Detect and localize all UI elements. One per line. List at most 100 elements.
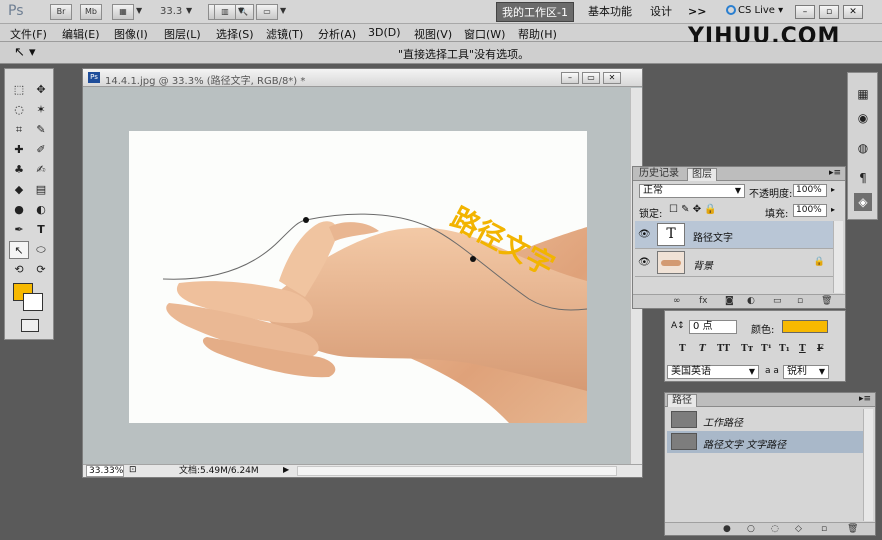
layer-row[interactable]: 👁 背景 🔒 <box>635 249 833 277</box>
marquee-tool-icon[interactable]: ⬚ <box>9 81 29 99</box>
layers-icon[interactable]: ◈ <box>854 193 872 211</box>
tracking-field[interactable]: 0 点 <box>689 320 737 334</box>
close-button[interactable]: ✕ <box>843 5 863 19</box>
language-select[interactable]: 美国英语 ▼ <box>667 365 759 379</box>
workspace-active-button[interactable]: 我的工作区-1 <box>496 2 574 22</box>
new-path-icon[interactable]: ▫ <box>821 524 827 534</box>
new-layer-icon[interactable]: ▫ <box>797 296 803 306</box>
menu-select[interactable]: 选择(S) <box>216 26 254 42</box>
document-title-bar[interactable]: Ps 14.4.1.jpg @ 33.3% (路径文字, RGB/8*) * –… <box>83 69 642 87</box>
text-color-swatch[interactable] <box>782 320 828 333</box>
menu-window[interactable]: 窗口(W) <box>464 26 505 42</box>
tab-paths[interactable]: 路径 <box>667 394 697 407</box>
link-layers-icon[interactable]: ∞ <box>673 296 681 306</box>
delete-layer-icon[interactable]: 🗑 <box>821 296 832 306</box>
layer-row[interactable]: 👁 T 路径文字 <box>635 221 833 249</box>
minimize-button[interactable]: – <box>795 5 815 19</box>
path-anchor-point[interactable] <box>303 217 309 223</box>
crop-tool-icon[interactable]: ⌗ <box>9 121 29 139</box>
tab-history[interactable]: 历史记录 <box>635 168 683 181</box>
gradient-tool-icon[interactable]: ▤ <box>31 181 51 199</box>
eye-icon[interactable]: 👁 <box>638 229 651 240</box>
opacity-slider-button[interactable]: ▸ <box>831 185 835 194</box>
workspace-basic-button[interactable]: 基本功能 <box>588 2 632 22</box>
load-selection-icon[interactable]: ◌ <box>771 524 779 534</box>
menu-image[interactable]: 图像(I) <box>114 26 148 42</box>
small-caps-button[interactable]: Tт <box>741 344 753 354</box>
status-icon[interactable]: ⊡ <box>129 465 137 475</box>
faux-bold-button[interactable]: T <box>679 344 686 354</box>
chevron-right-icon[interactable]: ▶ <box>283 465 289 474</box>
faux-italic-button[interactable]: T <box>699 344 706 354</box>
menu-analysis[interactable]: 分析(A) <box>318 26 356 42</box>
arrange-documents-button[interactable]: ▥ <box>214 4 236 20</box>
fill-slider-button[interactable]: ▸ <box>831 205 835 214</box>
group-icon[interactable]: ▭ <box>773 296 782 306</box>
eyedropper-tool-icon[interactable]: ✎ <box>31 121 51 139</box>
horizontal-scrollbar[interactable] <box>297 466 617 476</box>
healing-brush-tool-icon[interactable]: ✚ <box>9 141 29 159</box>
direct-selection-tool-icon[interactable]: ↖ ▾ <box>14 45 36 60</box>
chevron-down-icon[interactable]: ▼ <box>136 6 142 15</box>
menu-file[interactable]: 文件(F) <box>10 26 47 42</box>
navigator-icon[interactable]: ◉ <box>854 109 872 127</box>
mini-bridge-button[interactable]: Mb <box>80 4 102 20</box>
clone-stamp-tool-icon[interactable]: ♣ <box>9 161 29 179</box>
lasso-tool-icon[interactable]: ◌ <box>9 101 29 119</box>
image-canvas[interactable]: 路径文字 <box>129 131 587 423</box>
document-zoom-field[interactable]: 33.33% <box>86 465 124 477</box>
layer-mask-icon[interactable]: ◙ <box>725 296 734 306</box>
menu-help[interactable]: 帮助(H) <box>518 26 557 42</box>
blur-tool-icon[interactable]: ● <box>9 201 29 219</box>
background-color-swatch[interactable] <box>23 293 43 311</box>
bridge-button[interactable]: Br <box>50 4 72 20</box>
type-tool-icon[interactable]: T <box>31 221 51 239</box>
path-row[interactable]: 路径文字 文字路径 <box>667 431 863 453</box>
quick-mask-button[interactable] <box>21 319 39 332</box>
lock-icons[interactable]: ☐ ✎ ✥ 🔒 <box>669 204 717 215</box>
menu-layer[interactable]: 图层(L) <box>164 26 201 42</box>
doc-close-button[interactable]: ✕ <box>603 72 621 84</box>
menu-3d[interactable]: 3D(D) <box>368 26 401 39</box>
3d-rotate-tool-icon[interactable]: ⟲ <box>9 261 29 279</box>
delete-path-icon[interactable]: 🗑 <box>847 524 858 534</box>
menu-view[interactable]: 视图(V) <box>414 26 452 42</box>
direct-selection-tool-icon[interactable]: ↖ <box>9 241 29 259</box>
tab-layers[interactable]: 图层 <box>687 168 717 181</box>
menu-edit[interactable]: 编辑(E) <box>62 26 100 42</box>
underline-button[interactable]: T <box>799 344 806 354</box>
cs-live-button[interactable]: CS Live ▾ <box>726 5 783 16</box>
dodge-tool-icon[interactable]: ◐ <box>31 201 51 219</box>
doc-restore-button[interactable]: ▭ <box>582 72 600 84</box>
paths-scrollbar[interactable] <box>863 409 873 521</box>
path-anchor-point[interactable] <box>470 256 476 262</box>
path-row[interactable]: 工作路径 <box>667 409 863 431</box>
antialias-select[interactable]: 锐利 ▼ <box>783 365 829 379</box>
stroke-path-icon[interactable]: ○ <box>747 524 755 534</box>
chevron-down-icon[interactable]: ▼ <box>280 6 286 15</box>
adjustment-layer-icon[interactable]: ◐ <box>747 296 755 306</box>
view-extras-button[interactable]: ▦ <box>112 4 134 20</box>
adjustments-icon[interactable]: ◍ <box>854 139 872 157</box>
chevron-down-icon[interactable]: ▼ <box>238 6 244 15</box>
make-work-path-icon[interactable]: ◇ <box>795 524 802 534</box>
screen-mode-button[interactable]: ▭ <box>256 4 278 20</box>
eraser-tool-icon[interactable]: ◆ <box>9 181 29 199</box>
fill-path-icon[interactable]: ● <box>723 524 731 534</box>
eye-icon[interactable]: 👁 <box>638 257 651 268</box>
all-caps-button[interactable]: TT <box>717 344 730 354</box>
chevron-down-icon[interactable]: ▼ <box>186 6 192 15</box>
superscript-button[interactable]: T¹ <box>761 344 772 354</box>
subscript-button[interactable]: T₁ <box>779 344 790 354</box>
shape-tool-icon[interactable]: ⬭ <box>31 241 51 259</box>
panel-menu-icon[interactable]: ▸≡ <box>859 394 871 404</box>
histogram-icon[interactable]: ▦ <box>854 85 872 103</box>
maximize-button[interactable]: ▫ <box>819 5 839 19</box>
magic-wand-tool-icon[interactable]: ✶ <box>31 101 51 119</box>
strikethrough-button[interactable]: F <box>817 344 823 354</box>
workspace-design-button[interactable]: 设计 <box>650 2 672 22</box>
layers-scrollbar[interactable] <box>833 221 843 293</box>
panel-menu-icon[interactable]: ▸≡ <box>829 168 841 178</box>
fill-field[interactable]: 100% <box>793 204 827 217</box>
menu-filter[interactable]: 滤镜(T) <box>266 26 303 42</box>
